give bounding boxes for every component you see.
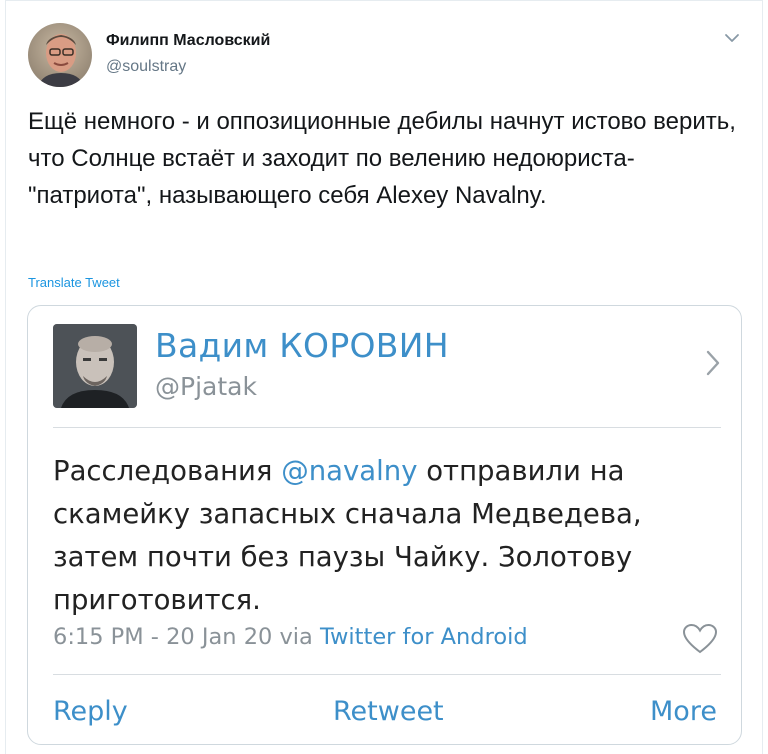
quoted-tweet-card[interactable]: Вадим КОРОВИН @Pjatak Расследования @nav… xyxy=(27,305,742,745)
translate-tweet-link[interactable]: Translate Tweet xyxy=(28,275,120,290)
quoted-tweet-text: Расследования @navalny отправили на скам… xyxy=(53,450,733,622)
author-name[interactable]: Филипп Масловский xyxy=(106,32,270,50)
retweet-button[interactable]: Retweet xyxy=(333,696,444,727)
quoted-text-prefix: Расследования xyxy=(53,455,282,487)
chevron-right-icon[interactable] xyxy=(704,348,722,378)
heart-icon[interactable] xyxy=(682,623,718,655)
tweet-card: Филипп Масловский @soulstray Ещё немного… xyxy=(5,0,763,754)
quoted-tweet-meta: 6:15 PM - 20 Jan 20 via Twitter for Andr… xyxy=(53,624,528,650)
tweet-text: Ещё немного - и оппозиционные дебилы нач… xyxy=(28,108,736,209)
divider xyxy=(53,674,721,675)
quoted-author-name[interactable]: Вадим КОРОВИН xyxy=(155,326,449,365)
author-handle[interactable]: @soulstray xyxy=(106,58,186,76)
chevron-down-icon[interactable] xyxy=(722,31,742,45)
divider xyxy=(53,427,721,428)
reply-button[interactable]: Reply xyxy=(53,696,128,727)
quoted-author-avatar[interactable] xyxy=(53,324,137,408)
more-button[interactable]: More xyxy=(650,696,717,727)
quoted-timestamp: 6:15 PM - 20 Jan 20 via xyxy=(53,624,320,650)
author-avatar[interactable] xyxy=(28,23,92,87)
quoted-source-link[interactable]: Twitter for Android xyxy=(320,624,528,650)
mention-link[interactable]: @navalny xyxy=(281,455,417,487)
quoted-author-handle[interactable]: @Pjatak xyxy=(155,372,257,401)
